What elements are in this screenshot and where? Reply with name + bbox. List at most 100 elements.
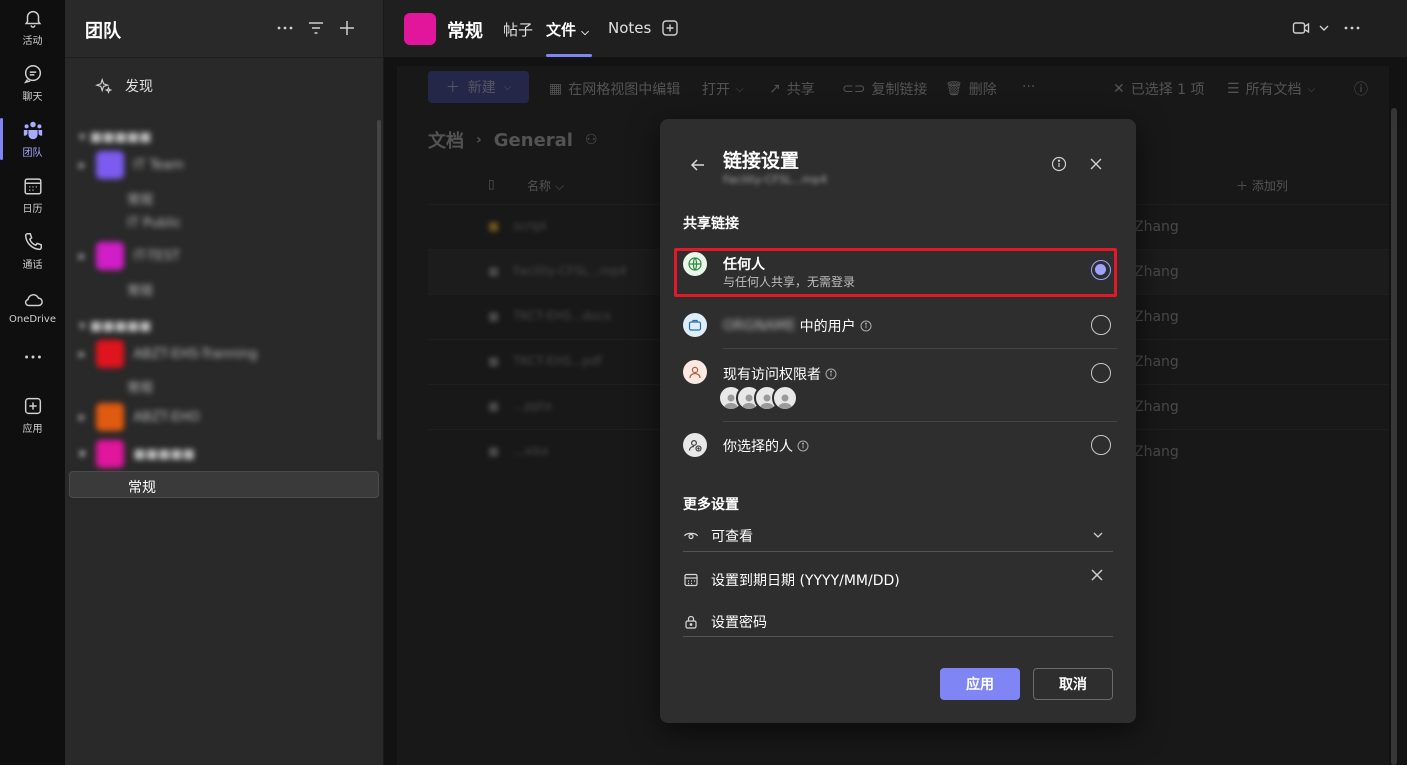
info-icon[interactable]	[860, 320, 872, 332]
option-label: ORGNAME 中的用户	[723, 316, 872, 336]
more-icon	[24, 355, 41, 358]
rail-label: 团队	[22, 148, 43, 159]
channel-name: 常规	[447, 21, 483, 42]
calendar-icon	[684, 573, 698, 587]
channel-item[interactable]: 常规	[127, 377, 153, 396]
tab-posts[interactable]: 帖子	[503, 19, 533, 40]
field-underline	[683, 636, 1113, 637]
panel-scrollbar[interactable]	[377, 120, 381, 440]
team-item[interactable]: ▸ ABZT-EHO	[79, 403, 200, 431]
rail-label: 活动	[22, 36, 43, 47]
close-icon[interactable]	[1087, 155, 1105, 173]
option-specific-people[interactable]: 你选择的人	[675, 432, 1117, 472]
plus-icon[interactable]	[337, 18, 357, 38]
info-icon[interactable]	[825, 368, 837, 380]
share-link-section-title: 共享链接	[683, 216, 739, 232]
person-add-icon	[683, 433, 707, 457]
tab-files[interactable]: 文件 ⌵	[546, 19, 589, 40]
bell-icon	[24, 10, 41, 28]
rail-label: OneDrive	[8, 314, 57, 325]
org-name: ORGNAME	[723, 318, 796, 334]
rail-label: 应用	[22, 424, 43, 435]
rail-more[interactable]	[0, 336, 65, 380]
apply-button[interactable]: 应用	[940, 668, 1020, 700]
permission-dropdown[interactable]: 可查看	[683, 520, 1113, 552]
more-settings-title: 更多设置	[683, 497, 739, 513]
option-divider	[723, 348, 1117, 349]
rail-label: 通话	[22, 260, 43, 271]
app-rail: 活动 聊天 团队 日历 通话 OneDrive 应用	[0, 0, 65, 765]
option-org-users[interactable]: ORGNAME 中的用户	[675, 311, 1117, 351]
rail-calls[interactable]: 通话	[0, 224, 65, 278]
expiry-label: 设置到期日期 (YYYY/MM/DD)	[711, 573, 900, 589]
channel-item[interactable]: IT Public	[127, 216, 181, 231]
teams-icon	[23, 121, 42, 140]
password-field[interactable]: 设置密码	[683, 605, 1113, 637]
discover-label: 发现	[125, 79, 153, 95]
rail-apps[interactable]: 应用	[0, 388, 65, 442]
briefcase-icon	[683, 313, 707, 337]
selected-channel-label: 常规	[128, 480, 156, 496]
team-group-label: ▾ ■■■■■	[79, 130, 152, 145]
link-settings-dialog: 链接设置 Facility-CFSL...mp4 共享链接 任何人 与任何人共享…	[660, 119, 1136, 723]
team-item-current[interactable]: ▾ ■■■■■	[79, 440, 195, 468]
chevron-down-icon	[1093, 532, 1103, 538]
channel-item[interactable]: 常规	[127, 189, 153, 208]
team-item[interactable]: ▸ ABZT-EHS-Tranning	[79, 340, 257, 368]
rail-teams[interactable]: 团队	[0, 112, 65, 166]
tab-notes[interactable]: Notes	[608, 19, 651, 37]
option-divider	[723, 421, 1117, 422]
cancel-button[interactable]: 取消	[1033, 668, 1113, 700]
chevron-down-icon[interactable]	[1317, 18, 1331, 38]
field-underline	[683, 551, 1113, 552]
chat-icon	[23, 65, 41, 84]
radio-specific-people[interactable]	[1091, 435, 1111, 455]
cloud-icon	[24, 294, 43, 307]
filter-icon[interactable]	[306, 18, 326, 38]
rail-chat[interactable]: 聊天	[0, 56, 65, 110]
permission-value: 可查看	[711, 529, 753, 545]
lock-icon	[685, 615, 697, 629]
dialog-file-name: Facility-CFSL...mp4	[723, 173, 827, 186]
radio-existing-access[interactable]	[1091, 363, 1111, 383]
avatar-group	[718, 385, 798, 411]
dialog-title: 链接设置	[723, 150, 800, 172]
discover-item[interactable]: 发现	[95, 74, 153, 98]
avatar	[772, 385, 798, 411]
tab-active-indicator	[546, 54, 592, 57]
info-icon[interactable]	[797, 440, 809, 452]
selected-channel[interactable]: 常规	[69, 471, 379, 498]
channel-item[interactable]: 常规	[127, 280, 153, 299]
calendar-icon	[23, 178, 42, 195]
rail-activity[interactable]: 活动	[0, 0, 65, 54]
more-options-icon[interactable]	[1342, 18, 1362, 38]
password-label: 设置密码	[711, 615, 767, 631]
sparkle-icon	[95, 77, 113, 94]
channel-header: 常规 帖子 文件 ⌵ Notes	[384, 0, 1407, 58]
rail-label: 日历	[22, 204, 43, 215]
eye-icon	[683, 532, 699, 540]
radio-org-users[interactable]	[1091, 315, 1111, 335]
teams-panel: 团队 发现 ▾ ■■■■■ ▸ IT Team 常规 IT Public ▸ IT-…	[65, 0, 384, 765]
team-item[interactable]: ▸ IT-TEST	[79, 242, 180, 270]
back-arrow-icon[interactable]	[688, 155, 708, 175]
add-app-icon	[24, 397, 41, 415]
rail-label: 聊天	[22, 92, 43, 103]
close-icon[interactable]	[1089, 567, 1105, 583]
rail-onedrive[interactable]: OneDrive	[0, 280, 65, 334]
expiry-date-field[interactable]: 设置到期日期 (YYYY/MM/DD)	[683, 562, 1113, 594]
person-icon	[683, 360, 707, 384]
panel-header: 团队	[65, 0, 384, 58]
video-icon[interactable]	[1291, 18, 1311, 38]
team-item[interactable]: ▸ IT Team	[79, 151, 184, 179]
more-options-icon[interactable]	[275, 18, 295, 38]
panel-title: 团队	[85, 21, 121, 42]
rail-calendar[interactable]: 日历	[0, 168, 65, 222]
option-label: 你选择的人	[723, 436, 809, 456]
option-label: 现有访问权限者	[723, 364, 837, 384]
add-tab-icon[interactable]	[660, 18, 680, 38]
chevron-down-icon: ⌵	[581, 27, 589, 38]
info-icon[interactable]	[1050, 155, 1068, 173]
channel-avatar	[404, 13, 436, 45]
team-group-label: ▾ ■■■■■	[79, 319, 152, 334]
